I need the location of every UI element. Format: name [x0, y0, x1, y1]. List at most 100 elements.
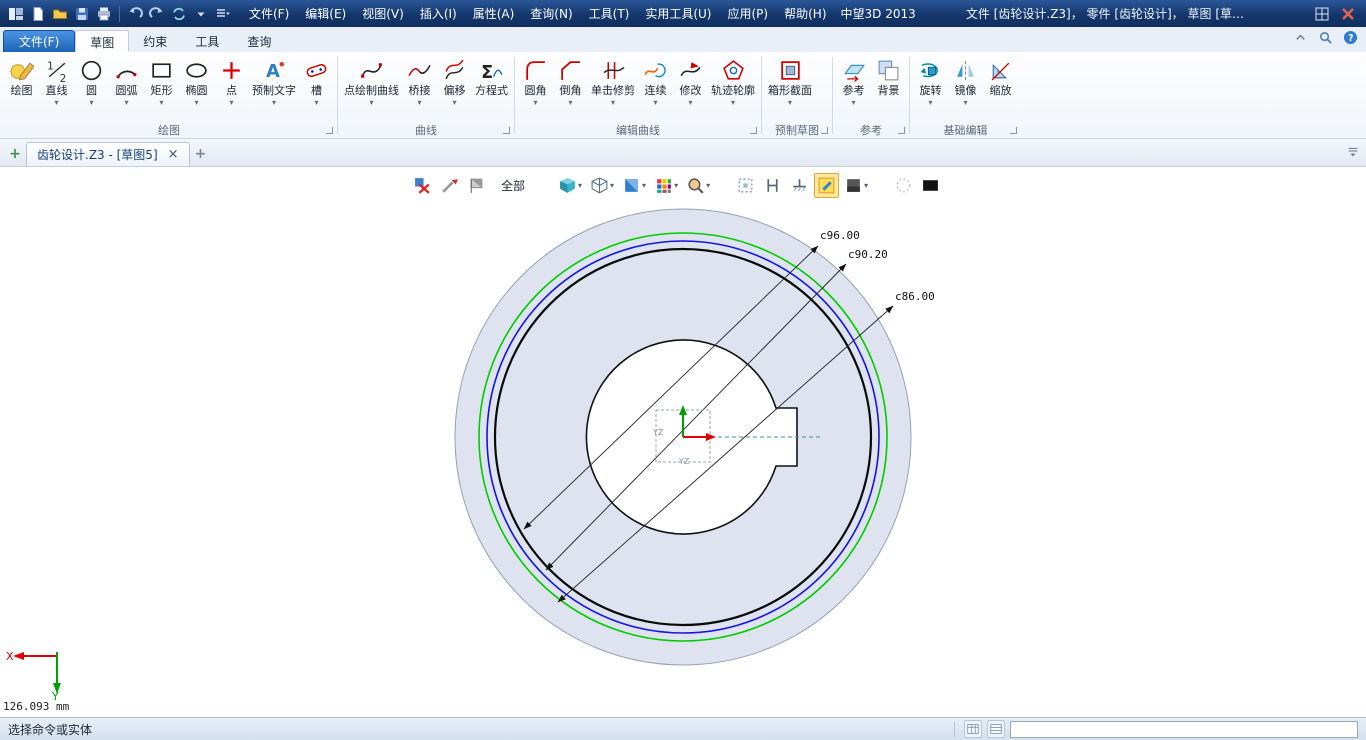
- section-view-button[interactable]: [760, 173, 785, 198]
- dropdown-caret-icon[interactable]: ▾: [674, 181, 678, 190]
- menu-item-7[interactable]: 实用工具(U): [637, 5, 719, 22]
- print-icon[interactable]: [94, 4, 114, 24]
- ribbon-item-point[interactable]: 点▾: [214, 55, 249, 107]
- dropdown-caret-icon[interactable]: ▾: [963, 98, 967, 107]
- shaded-cube-button[interactable]: ▾: [555, 173, 585, 198]
- ribbon-item-equation[interactable]: Σ方程式: [472, 55, 511, 107]
- ribbon-item-circle[interactable]: 圆▾: [74, 55, 109, 107]
- black-square-button[interactable]: [918, 173, 943, 198]
- ribbon-item-ellipse[interactable]: 椭圆▾: [179, 55, 214, 107]
- undo-icon[interactable]: [125, 4, 145, 24]
- dropdown-caret-icon[interactable]: ▾: [642, 181, 646, 190]
- dropdown-caret-icon[interactable]: ▾: [706, 181, 710, 190]
- ribbon-item-text[interactable]: A预制文字▾: [249, 55, 299, 107]
- menu-item-1[interactable]: 编辑(E): [297, 5, 354, 22]
- dropdown-caret-icon[interactable]: ▾: [568, 98, 572, 107]
- ribbon-item-track-profile[interactable]: 轨迹轮廓▾: [708, 55, 758, 107]
- tab-constraint[interactable]: 约束: [129, 30, 181, 52]
- zoom-window-button[interactable]: ▾: [683, 173, 713, 198]
- menu-item-6[interactable]: 工具(T): [581, 5, 638, 22]
- ribbon-item-mirror[interactable]: 镜像▾: [948, 55, 983, 107]
- rows-icon[interactable]: [987, 720, 1005, 738]
- ribbon-item-modify[interactable]: 修改▾: [673, 55, 708, 107]
- dropdown-caret-icon[interactable]: ▾: [928, 98, 932, 107]
- group-expander-icon[interactable]: [898, 127, 905, 134]
- ribbon-item-rotate[interactable]: 旋转▾: [913, 55, 948, 107]
- dropdown-caret-icon[interactable]: ▾: [314, 98, 318, 107]
- help-icon[interactable]: ?: [1343, 30, 1358, 48]
- view-plane-button[interactable]: ▾: [619, 173, 649, 198]
- search-icon[interactable]: [1318, 30, 1333, 48]
- dropdown-caret-icon[interactable]: ▾: [272, 98, 276, 107]
- ribbon-item-sketch[interactable]: 绘图: [4, 55, 39, 107]
- ribbon-item-scale[interactable]: 缩放: [983, 55, 1018, 107]
- save-icon[interactable]: [72, 4, 92, 24]
- dropdown-caret-icon[interactable]: ▾: [610, 181, 614, 190]
- dropdown-caret-icon[interactable]: ▾: [653, 98, 657, 107]
- dropdown-caret-icon[interactable]: ▾: [611, 98, 615, 107]
- dropdown-caret-icon[interactable]: ▾: [369, 98, 373, 107]
- tab-sketch[interactable]: 草图: [75, 30, 129, 52]
- ribbon-item-box-section[interactable]: 箱形截面▾: [765, 55, 815, 107]
- dimension-label-c96[interactable]: c96.00: [820, 229, 860, 242]
- group-expander-icon[interactable]: [503, 127, 510, 134]
- ribbon-item-fillet[interactable]: 圆角▾: [518, 55, 553, 107]
- menu-list-icon[interactable]: [213, 4, 233, 24]
- add-tab-icon[interactable]: +: [190, 146, 212, 166]
- dropdown-caret-icon[interactable]: ▾: [788, 98, 792, 107]
- display-mode-button[interactable]: ▾: [841, 173, 871, 198]
- command-input[interactable]: [1010, 721, 1358, 738]
- brush-button[interactable]: [437, 173, 462, 198]
- dropdown-caret-icon[interactable]: ▾: [533, 98, 537, 107]
- ribbon-item-rectangle[interactable]: 矩形▾: [144, 55, 179, 107]
- collapse-ribbon-icon[interactable]: [1293, 30, 1308, 48]
- sync-icon[interactable]: [169, 4, 189, 24]
- dimension-label-c90[interactable]: c90.20: [848, 248, 888, 261]
- open-folder-icon[interactable]: [50, 4, 70, 24]
- menu-item-5[interactable]: 查询(N): [522, 5, 580, 22]
- dropdown-caret-icon[interactable]: ▾: [452, 98, 456, 107]
- view-filter-label[interactable]: 全部: [501, 177, 525, 194]
- dropdown-caret-icon[interactable]: ▾: [194, 98, 198, 107]
- dropdown-caret-icon[interactable]: ▾: [54, 98, 58, 107]
- document-tab[interactable]: 齿轮设计.Z3 - [草图5] ×: [26, 142, 190, 166]
- menu-item-3[interactable]: 插入(I): [412, 5, 465, 22]
- group-expander-icon[interactable]: [326, 127, 333, 134]
- menu-item-2[interactable]: 视图(V): [354, 5, 412, 22]
- dropdown-caret-icon[interactable]: ▾: [578, 181, 582, 190]
- menu-item-9[interactable]: 帮助(H): [776, 5, 834, 22]
- dimension-label-c86[interactable]: c86.00: [895, 290, 935, 303]
- dropdown-caret-icon[interactable]: ▾: [851, 98, 855, 107]
- wireframe-cube-button[interactable]: ▾: [587, 173, 617, 198]
- group-expander-icon[interactable]: [750, 127, 757, 134]
- new-document-icon[interactable]: [28, 4, 48, 24]
- brand-x-icon[interactable]: [1338, 4, 1358, 24]
- dropdown-caret-icon[interactable]: ▾: [731, 98, 735, 107]
- dotted-circle-button[interactable]: [891, 173, 916, 198]
- regen-button[interactable]: [410, 173, 435, 198]
- table-cells-icon[interactable]: [964, 720, 982, 738]
- ribbon-item-spline[interactable]: 点绘制曲线▾: [341, 55, 402, 107]
- highlight-button[interactable]: [814, 173, 839, 198]
- window-grid-icon[interactable]: [1312, 4, 1332, 24]
- group-expander-icon[interactable]: [821, 127, 828, 134]
- drawing-canvas[interactable]: c96.00 c90.20 c86.00 YZ YZ X Y 126.093 m…: [0, 167, 1366, 717]
- menu-item-0[interactable]: 文件(F): [241, 5, 297, 22]
- tab-query[interactable]: 查询: [233, 30, 285, 52]
- ribbon-item-trim[interactable]: 单击修剪▾: [588, 55, 638, 107]
- pattern-grid-button[interactable]: ▾: [651, 173, 681, 198]
- ribbon-item-arc[interactable]: 圆弧▾: [109, 55, 144, 107]
- flag-button[interactable]: [464, 173, 489, 198]
- dropdown-caret-icon[interactable]: ▾: [417, 98, 421, 107]
- ribbon-item-line[interactable]: 12直线▾: [39, 55, 74, 107]
- dropdown-caret-icon[interactable]: ▾: [159, 98, 163, 107]
- new-tab-icon[interactable]: +: [4, 146, 26, 166]
- clip-box-button[interactable]: [733, 173, 758, 198]
- ribbon-item-continue[interactable]: 连续▾: [638, 55, 673, 107]
- menu-item-8[interactable]: 应用(P): [720, 5, 777, 22]
- ribbon-item-slot[interactable]: 槽▾: [299, 55, 334, 107]
- ribbon-item-offset[interactable]: 偏移▾: [437, 55, 472, 107]
- qat-caret-icon[interactable]: [191, 4, 211, 24]
- dropdown-caret-icon[interactable]: ▾: [89, 98, 93, 107]
- dropdown-caret-icon[interactable]: ▾: [229, 98, 233, 107]
